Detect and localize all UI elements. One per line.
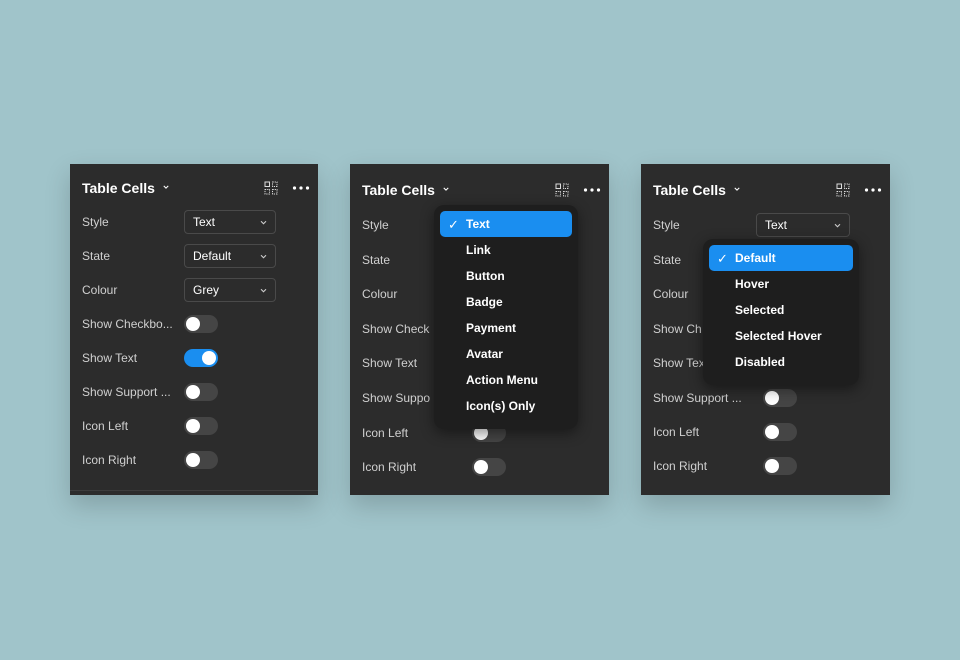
icon-right-row: Icon Right xyxy=(362,454,597,480)
icon-right-toggle[interactable] xyxy=(184,451,218,469)
toggle-knob xyxy=(202,351,216,365)
show-checkbox-toggle[interactable] xyxy=(184,315,218,333)
state-label: State xyxy=(82,249,111,263)
icon-right-toggle[interactable] xyxy=(472,458,506,476)
component-grid-icon[interactable] xyxy=(264,181,278,195)
dropdown-option[interactable]: Icon(s) Only xyxy=(440,393,572,419)
toggle-knob xyxy=(186,419,200,433)
icon-right-label: Icon Right xyxy=(362,460,417,474)
dropdown-option[interactable]: Disabled xyxy=(709,349,853,375)
dropdown-option[interactable]: Avatar xyxy=(440,341,572,367)
component-grid-icon[interactable] xyxy=(836,183,850,197)
style-label: Style xyxy=(82,215,109,229)
panel-title[interactable]: Table Cells xyxy=(362,182,435,198)
show-text-label: Show Text xyxy=(82,351,138,365)
chevron-down-icon xyxy=(260,288,267,293)
style-select[interactable]: Text xyxy=(756,213,850,237)
icon-right-label: Icon Right xyxy=(82,453,137,467)
icon-right-row: Icon Right xyxy=(653,453,878,479)
more-options-icon[interactable] xyxy=(583,187,601,193)
more-options-icon[interactable] xyxy=(864,187,882,193)
component-grid-icon[interactable] xyxy=(555,183,569,197)
chevron-down-icon[interactable] xyxy=(163,184,169,190)
panel-header: Table Cells xyxy=(653,179,882,201)
toggle-knob xyxy=(474,460,488,474)
dropdown-option[interactable]: Hover xyxy=(709,271,853,297)
show-support-toggle[interactable] xyxy=(763,389,797,407)
toggle-knob xyxy=(186,317,200,331)
icon-right-row: Icon Right xyxy=(82,447,306,473)
more-options-icon[interactable] xyxy=(292,185,310,191)
dropdown-option[interactable]: Action Menu xyxy=(440,367,572,393)
icon-left-row: Icon Left xyxy=(82,413,306,439)
state-row: State Default xyxy=(82,243,306,269)
show-support-label: Show Support ... xyxy=(653,391,742,405)
state-value: Default xyxy=(193,249,232,263)
panel-title[interactable]: Table Cells xyxy=(82,180,155,196)
panel-title[interactable]: Table Cells xyxy=(653,182,726,198)
panel-table-cells-1: Table Cells Style Text State Default Col… xyxy=(70,164,318,495)
show-support-row: Show Support ... xyxy=(653,385,878,411)
chevron-down-icon xyxy=(834,223,841,228)
icon-right-toggle[interactable] xyxy=(763,457,797,475)
icon-left-label: Icon Left xyxy=(653,425,700,439)
divider xyxy=(70,490,318,491)
style-label: Style xyxy=(653,218,680,232)
icon-right-label: Icon Right xyxy=(653,459,708,473)
show-support-toggle[interactable] xyxy=(184,383,218,401)
style-select[interactable]: Text xyxy=(184,210,276,234)
chevron-down-icon[interactable] xyxy=(443,186,449,192)
toggle-knob xyxy=(186,453,200,467)
toggle-knob xyxy=(765,425,779,439)
style-value: Text xyxy=(193,215,216,229)
style-row: Style Text xyxy=(653,212,878,238)
check-icon: ✓ xyxy=(448,217,459,232)
dropdown-option[interactable]: ✓ Text xyxy=(440,211,572,237)
state-select[interactable]: Default xyxy=(184,244,276,268)
style-value: Text xyxy=(765,218,788,232)
icon-left-label: Icon Left xyxy=(362,426,409,440)
state-dropdown-menu: ✓ Default Hover Selected Selected Hover D… xyxy=(703,239,859,385)
chevron-down-icon[interactable] xyxy=(734,186,740,192)
check-icon: ✓ xyxy=(717,251,728,266)
show-support-row: Show Support ... xyxy=(82,379,306,405)
colour-select[interactable]: Grey xyxy=(184,278,276,302)
show-text-row: Show Text xyxy=(82,345,306,371)
icon-left-row: Icon Left xyxy=(653,419,878,445)
colour-row: Colour Grey xyxy=(82,277,306,303)
dropdown-option[interactable]: Payment xyxy=(440,315,572,341)
dropdown-option[interactable]: Badge xyxy=(440,289,572,315)
toggle-knob xyxy=(765,459,779,473)
dropdown-option[interactable]: ✓ Default xyxy=(709,245,853,271)
icon-left-toggle[interactable] xyxy=(763,423,797,441)
colour-value: Grey xyxy=(193,283,220,297)
toggle-knob xyxy=(186,385,200,399)
colour-label: Colour xyxy=(82,283,118,297)
chevron-down-icon xyxy=(260,220,267,225)
panel-header: Table Cells xyxy=(82,177,310,199)
toggle-knob xyxy=(765,391,779,405)
panel-header: Table Cells xyxy=(362,179,601,201)
icon-left-toggle[interactable] xyxy=(184,417,218,435)
dropdown-option[interactable]: Selected Hover xyxy=(709,323,853,349)
dropdown-option[interactable]: Link xyxy=(440,237,572,263)
chevron-down-icon xyxy=(260,254,267,259)
dropdown-option[interactable]: Selected xyxy=(709,297,853,323)
show-checkbox-row: Show Checkbo... xyxy=(82,311,306,337)
style-row: Style Text xyxy=(82,209,306,235)
show-text-toggle[interactable] xyxy=(184,349,218,367)
icon-left-label: Icon Left xyxy=(82,419,129,433)
dropdown-option[interactable]: Button xyxy=(440,263,572,289)
style-dropdown-menu: ✓ Text Link Button Badge Payment Avatar A… xyxy=(434,205,578,429)
show-checkbox-label: Show Checkbo... xyxy=(82,317,173,331)
show-support-label: Show Support ... xyxy=(82,385,171,399)
